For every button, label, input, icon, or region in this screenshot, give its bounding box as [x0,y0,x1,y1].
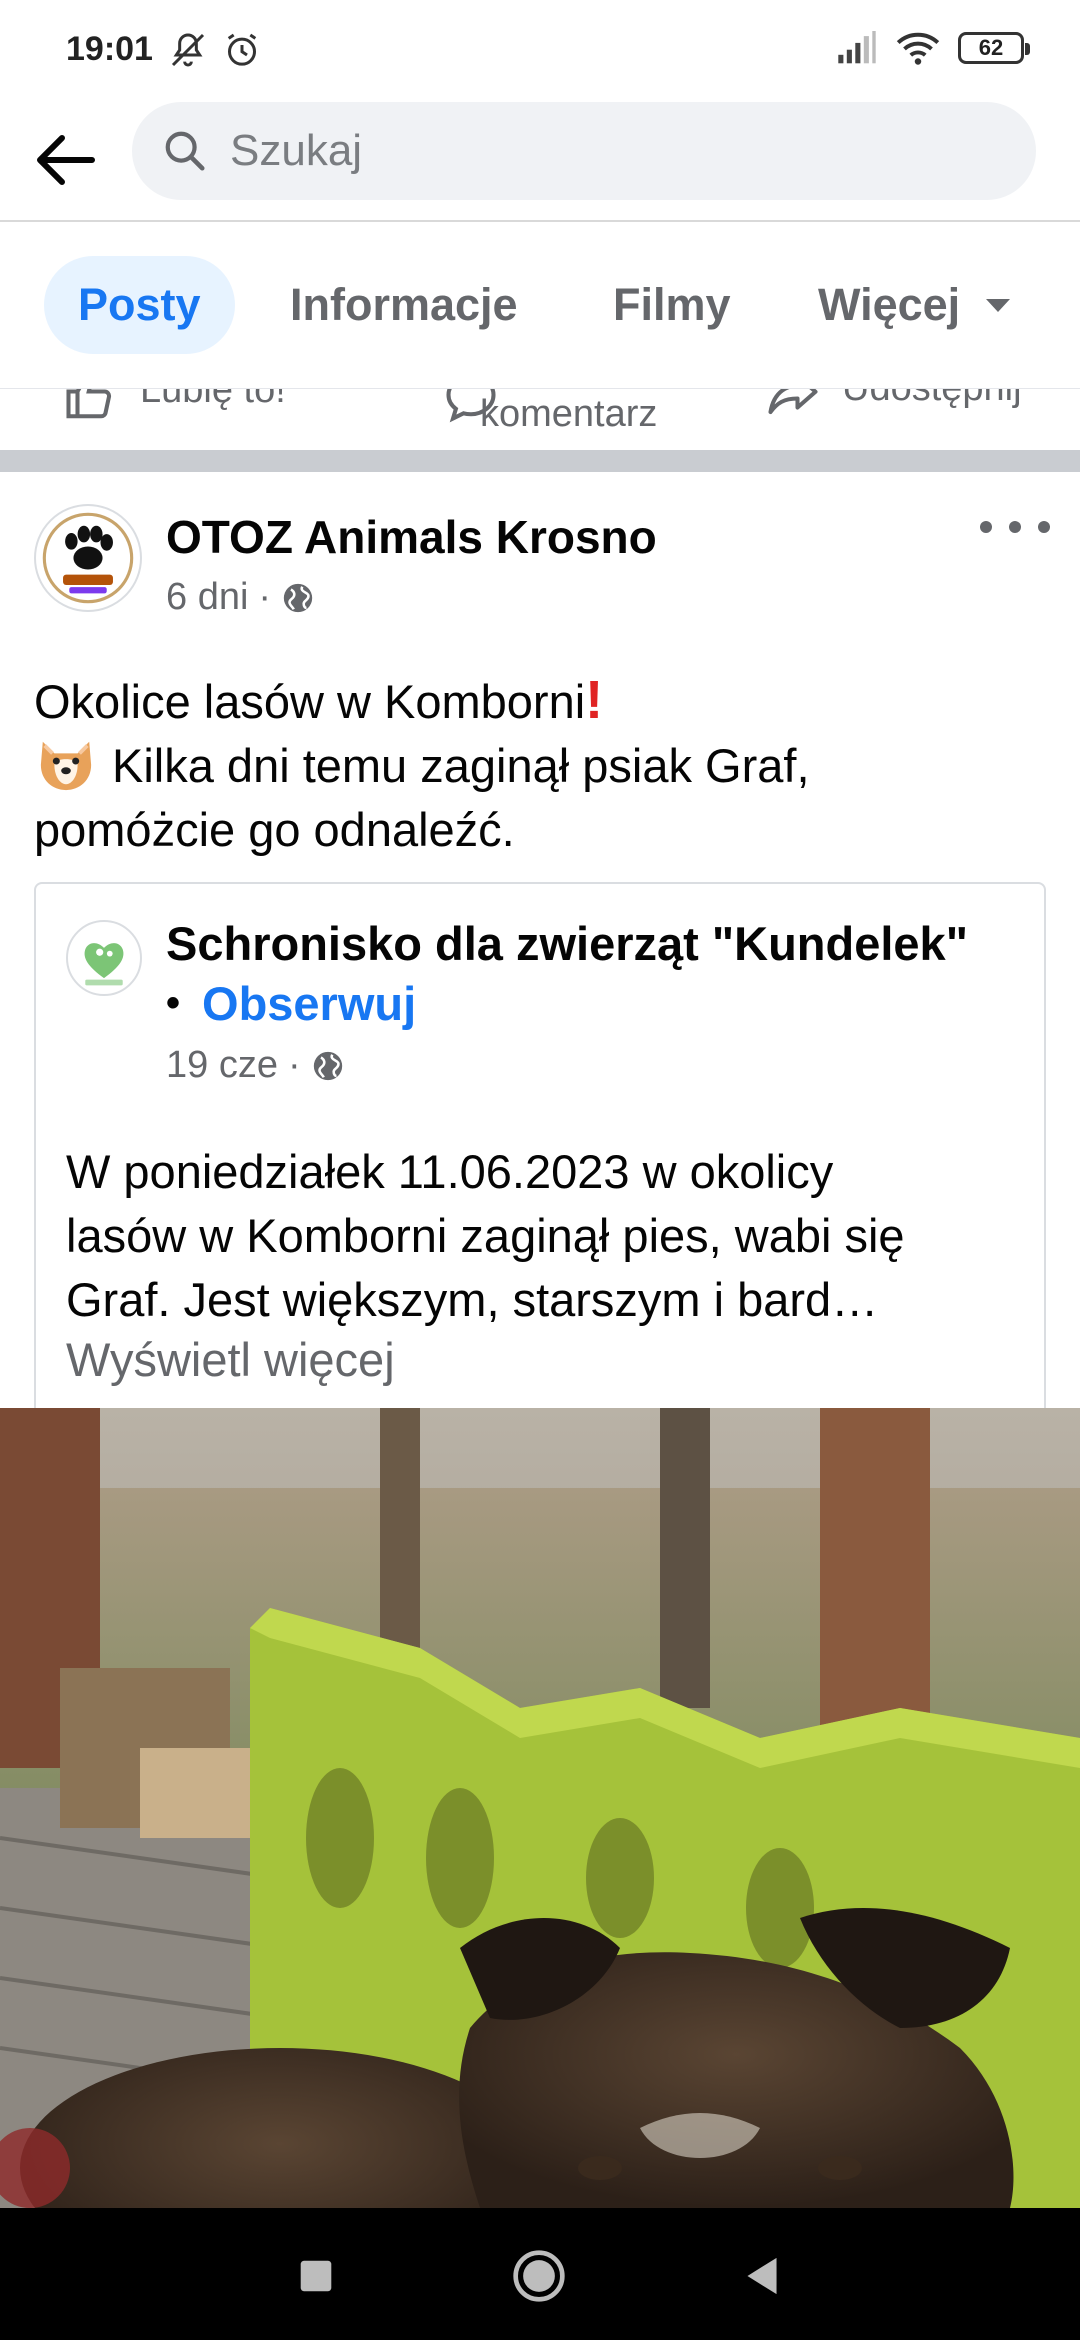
post-text-line-2-text: Kilka dni temu zaginął psiak Graf, [112,739,810,792]
home-button[interactable] [509,2246,569,2306]
feed-post: OTOZ Animals Krosno 6 dni · Okolice lasó… [0,472,1080,2208]
tab-more[interactable]: Więcej [818,256,1011,354]
home-circle-icon [513,2250,565,2302]
recent-apps-button[interactable] [286,2246,346,2306]
square-icon [300,2260,332,2292]
shared-author-name[interactable]: Schronisko dla zwierząt "Kundelek" [166,916,968,971]
shared-follow-row: • Obserwuj [166,976,416,1031]
paw-logo-icon [38,508,138,608]
tab-videos[interactable]: Filmy [613,256,731,354]
shared-text-line: W poniedziałek 11.06.2023 w okolicy [66,1145,834,1198]
tab-videos-label: Filmy [613,279,731,330]
like-label: Lubię to! [140,388,286,411]
exclamation-emoji-icon: ! [585,670,604,730]
shared-post-card[interactable]: Schronisko dla zwierząt "Kundelek" • Obs… [34,882,1046,1442]
system-nav-bar [0,2208,1080,2340]
tab-info[interactable]: Informacje [290,256,518,354]
tab-more-label: Więcej [818,279,961,330]
post-text-line-2: Kilka dni temu zaginął psiak Graf, [34,734,1044,798]
alarm-icon [227,33,257,66]
shared-text-line: lasów w Komborni zaginął pies, wabi się [66,1209,905,1262]
like-button[interactable]: Lubię to! [64,388,286,423]
author-avatar[interactable] [34,504,142,612]
shared-post-text: W poniedziałek 11.06.2023 w okolicy lasó… [66,1140,1026,1332]
shared-text-line: Graf. Jest większym, starszym i bard… [66,1273,879,1326]
battery-icon: 62 [958,32,1030,64]
post-text-line-1: Okolice lasów w Komborni! [34,668,1044,734]
post-author-name[interactable]: OTOZ Animals Krosno [166,510,657,564]
share-label: Udostępnij [842,388,1022,409]
tab-info-label: Informacje [290,279,518,330]
more-dot [1038,521,1050,533]
tab-posts[interactable]: Posty [44,256,235,354]
signal-icon [838,31,876,64]
shared-post-time[interactable]: 19 cze [166,1044,278,1087]
post-text-line-3: pomóżcie go odnaleźć. [34,803,515,856]
shared-author-avatar[interactable] [66,920,142,996]
more-dot [1009,521,1021,533]
more-dot [980,521,992,533]
status-right-icons: 62 [836,30,1030,66]
chevron-down-icon [986,298,1011,312]
feed-divider [0,450,1080,472]
globe-icon [283,583,313,612]
shelter-logo-icon [68,922,140,994]
status-left-icons [168,30,262,70]
follow-separator: • [166,981,181,1025]
search-box[interactable] [132,102,1036,200]
wifi-icon [896,32,940,65]
back-button[interactable] [28,122,104,198]
comment-button[interactable]: komentarz [444,389,658,436]
meta-separator: · [258,576,272,618]
back-triangle-icon [747,2257,777,2295]
status-bar: 19:01 62 [0,0,1080,100]
search-header [0,100,1080,222]
shared-post-meta: 19 cze · [166,1044,345,1087]
comment-label: komentarz [480,393,658,435]
status-time: 19:01 [66,30,153,68]
tab-posts-label: Posty [78,279,201,330]
back-nav-button[interactable] [732,2246,792,2306]
mute-icon [171,33,205,67]
profile-tabs: Posty Informacje Filmy Więcej [0,224,1080,388]
share-button[interactable]: Udostępnij [764,388,1022,421]
share-icon [768,389,818,415]
post-photo[interactable] [0,1408,1080,2208]
globe-icon [313,1051,342,1080]
post-text-line-1-text: Okolice lasów w Komborni [34,675,586,728]
meta-separator: · [287,1044,301,1086]
follow-button[interactable]: Obserwuj [202,976,416,1031]
dog-face-emoji-icon [40,741,92,791]
post-text: Okolice lasów w Komborni! Kilka dni temu… [34,668,1044,862]
more-options-button[interactable] [980,512,1050,542]
search-input[interactable] [230,126,990,176]
post-meta: 6 dni · [166,576,315,619]
see-more-link[interactable]: Wyświetl więcej [66,1332,395,1387]
like-icon [66,389,112,419]
battery-level: 62 [978,35,1004,60]
search-icon [165,131,205,171]
comment-icon [446,389,496,423]
dog-photo-image [0,1408,1080,2208]
post-time[interactable]: 6 dni [166,576,248,619]
back-arrow-icon [37,135,95,185]
previous-post-actions: Lubię to! komentarz Udostępnij [0,388,1080,450]
